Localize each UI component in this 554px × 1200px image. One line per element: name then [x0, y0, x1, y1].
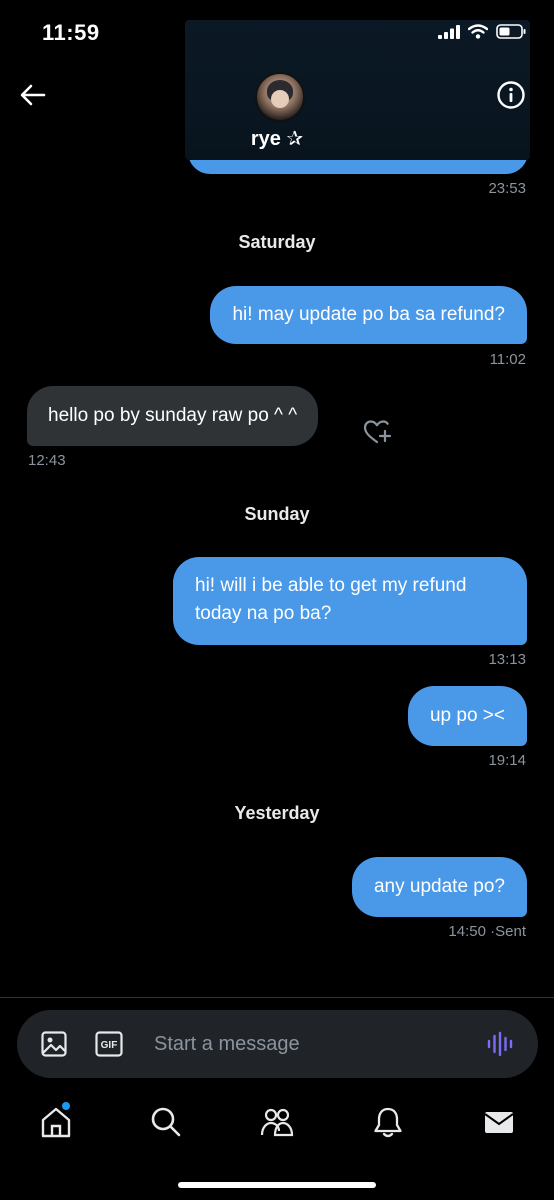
day-separator: Sunday [244, 504, 310, 524]
avatar[interactable] [255, 72, 305, 122]
message-composer: GIF Start a message [17, 1010, 538, 1078]
home-indicator [178, 1182, 376, 1188]
outgoing-message[interactable]: hi! will i be able to get my refund toda… [173, 557, 527, 645]
status-time: 11:59 [42, 20, 100, 45]
outgoing-message[interactable]: hi! may update po ba sa refund? [210, 286, 527, 344]
mail-icon[interactable] [481, 1104, 517, 1140]
wifi-icon [468, 24, 488, 39]
status-icons [438, 24, 526, 39]
notification-dot [62, 1102, 70, 1110]
message-timestamp: 11:02 [489, 351, 526, 368]
battery-icon [496, 24, 526, 39]
message-timestamp: 23:53 [488, 180, 526, 197]
message-timestamp: 12:43 [28, 452, 66, 469]
gif-icon[interactable]: GIF [95, 1031, 123, 1057]
message-timestamp: 13:13 [488, 651, 526, 668]
search-icon[interactable] [148, 1104, 184, 1140]
day-separator: Yesterday [234, 803, 320, 823]
info-icon[interactable] [496, 80, 526, 110]
voice-wave-icon[interactable] [486, 1030, 514, 1058]
bell-icon[interactable] [370, 1104, 406, 1140]
outgoing-message[interactable]: up po >< [407, 686, 527, 746]
image-icon[interactable] [41, 1031, 67, 1057]
signal-icon [438, 24, 460, 39]
message-meta: 14:50 ·Sent [448, 923, 526, 940]
svg-text:GIF: GIF [101, 1040, 118, 1051]
incoming-message[interactable]: hello po by sunday raw po ^ ^ [27, 386, 319, 446]
outgoing-message[interactable]: any update po? [351, 857, 527, 917]
back-arrow-icon[interactable] [18, 80, 48, 110]
heart-plus-icon[interactable] [362, 418, 392, 446]
avatar-face [271, 90, 289, 108]
message-timestamp: 19:14 [488, 752, 526, 769]
message-input[interactable]: Start a message [154, 1010, 300, 1078]
status-bar: 11:59 [0, 0, 554, 60]
home-icon[interactable] [38, 1104, 74, 1140]
composer-divider [0, 997, 554, 998]
day-separator: Saturday [238, 232, 316, 252]
communities-icon[interactable] [259, 1104, 295, 1140]
message-timestamp: 14:50 [448, 923, 486, 940]
sent-status: Sent [495, 923, 526, 940]
contact-name[interactable]: rye ✰ [0, 126, 554, 151]
